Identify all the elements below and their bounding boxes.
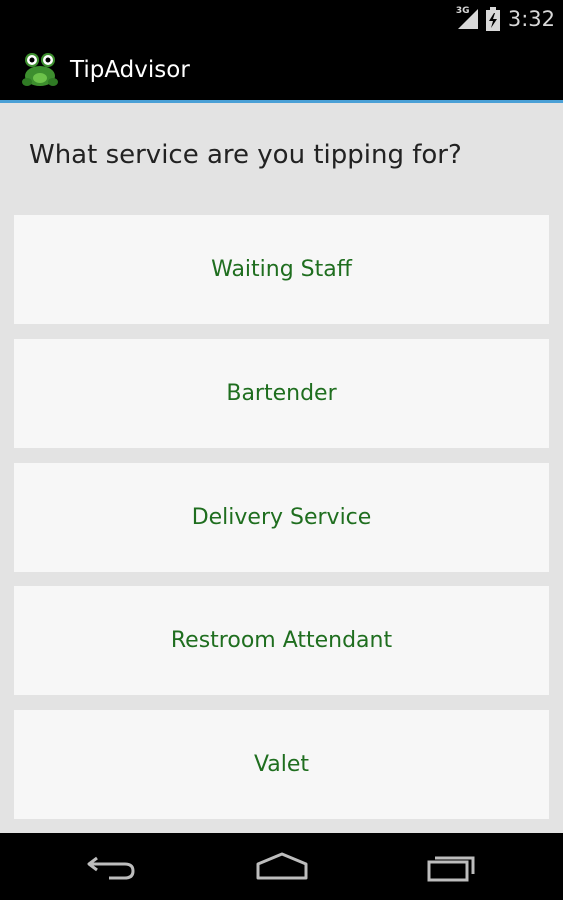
network-type-label: 3G <box>455 6 470 16</box>
battery-charging-icon <box>485 7 500 31</box>
option-restroom-attendant-button[interactable]: Restroom Attendant <box>14 586 549 695</box>
frog-logo-icon[interactable] <box>20 48 60 88</box>
recent-apps-icon[interactable] <box>421 850 481 884</box>
status-icons: 3G 3:32 <box>456 5 555 33</box>
page-question: What service are you tipping for? <box>29 140 462 170</box>
app-title: TipAdvisor <box>70 57 190 83</box>
option-waiting-staff-button[interactable]: Waiting Staff <box>14 215 549 324</box>
navigation-bar <box>0 833 563 900</box>
signal-strength-icon: 3G <box>456 7 480 31</box>
status-clock: 3:32 <box>507 7 555 31</box>
app-screen: 3G 3:32 TipAdvisor What service are you … <box>0 0 563 900</box>
status-bar: 3G 3:32 <box>0 0 563 38</box>
service-selection-content: What service are you tipping for? Waitin… <box>0 103 563 833</box>
home-icon[interactable] <box>252 850 312 884</box>
option-valet-button[interactable]: Valet <box>14 710 549 819</box>
option-bartender-button[interactable]: Bartender <box>14 339 549 448</box>
back-icon[interactable] <box>83 850 143 884</box>
option-delivery-service-button[interactable]: Delivery Service <box>14 463 549 572</box>
